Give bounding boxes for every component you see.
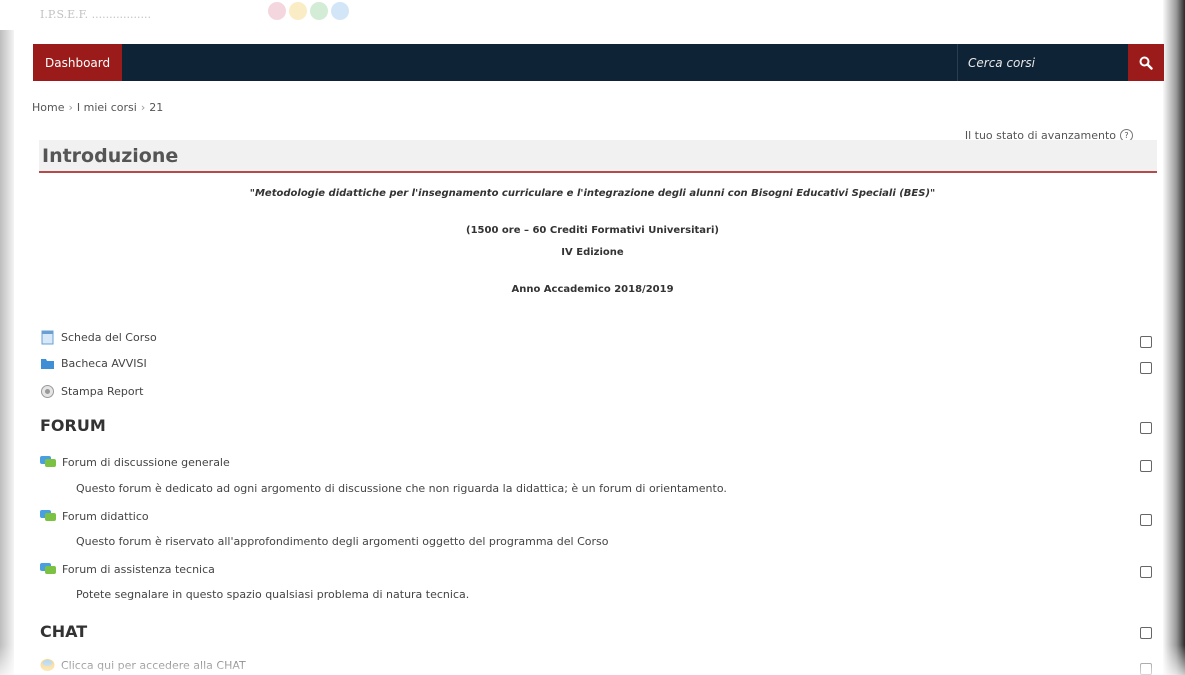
breadcrumb-separator: › [68,101,73,114]
document-icon [41,330,54,345]
forum-general-discussion[interactable]: Forum di discussione generale [40,455,230,469]
forum-description: Questo forum è riservato all'approfondim… [76,535,609,548]
logo-dots [268,2,349,20]
forum-didattico[interactable]: Forum didattico [40,509,149,523]
site-logo: I.P.S.E.F. ................. [40,2,349,28]
logo-dot [268,2,286,20]
search-icon [1139,56,1153,70]
forum-label: Forum didattico [62,509,149,523]
top-navbar: Dashboard Cerca corsi [33,44,1164,81]
completion-checkbox[interactable] [1140,627,1152,639]
chat-label: Clicca qui per accedere alla CHAT [61,658,246,672]
activity-bacheca-avvisi[interactable]: Bacheca AVVISI [40,357,147,370]
completion-checkbox[interactable] [1140,460,1152,472]
chat-heading: CHAT [40,622,88,641]
forum-description: Questo forum è dedicato ad ogni argoment… [76,482,727,495]
site-logo-text: I.P.S.E.F. ................. [40,8,152,21]
forum-technical-assistance[interactable]: Forum di assistenza tecnica [40,562,215,576]
chat-access-link[interactable]: Clicca qui per accedere alla CHAT [40,658,246,672]
right-edge-shadow [1163,0,1185,675]
activity-scheda-del-corso[interactable]: Scheda del Corso [40,330,157,345]
breadcrumb-my-courses[interactable]: I miei corsi [77,101,137,114]
forum-description: Potete segnalare in questo spazio qualsi… [76,588,470,601]
course-edition: IV Edizione [561,247,624,258]
forum-label: Forum di assistenza tecnica [62,562,215,576]
course-title-quote: "Metodologie didattiche per l'insegnamen… [249,188,936,199]
section-title: Introduzione [42,145,179,167]
forum-icon [40,510,56,521]
academic-year: Anno Accademico 2018/2019 [511,284,674,295]
left-edge-shadow [0,30,14,675]
navbar-spacer [122,44,957,81]
completion-checkbox[interactable] [1140,336,1152,348]
completion-checkbox[interactable] [1140,566,1152,578]
breadcrumb-separator: › [140,101,146,114]
dashboard-link[interactable]: Dashboard [33,44,123,81]
completion-checkbox[interactable] [1140,663,1152,675]
completion-checkbox[interactable] [1140,514,1152,526]
forum-label: Forum di discussione generale [62,455,230,469]
completion-checkbox[interactable] [1140,422,1152,434]
activity-label: Stampa Report [61,385,144,398]
breadcrumb-home[interactable]: Home [32,101,64,114]
breadcrumb: Home › I miei corsi › 21 [32,101,163,114]
activity-label: Scheda del Corso [61,331,157,344]
forum-heading: FORUM [40,416,106,435]
logo-dot [331,2,349,20]
report-icon [41,385,54,398]
logo-dot [310,2,328,20]
course-hours: (1500 ore – 60 Crediti Formativi Univers… [466,225,719,236]
activity-label: Bacheca AVVISI [61,357,147,370]
forum-icon [40,456,56,467]
breadcrumb-course[interactable]: 21 [149,101,163,114]
chat-icon [40,659,55,671]
search-input[interactable]: Cerca corsi [957,44,1128,81]
search-button[interactable] [1128,44,1164,81]
forum-icon [40,563,56,574]
folder-icon [41,359,54,369]
completion-checkbox[interactable] [1140,362,1152,374]
section-header: Introduzione [39,140,1157,173]
activity-stampa-report[interactable]: Stampa Report [40,384,143,399]
logo-dot [289,2,307,20]
